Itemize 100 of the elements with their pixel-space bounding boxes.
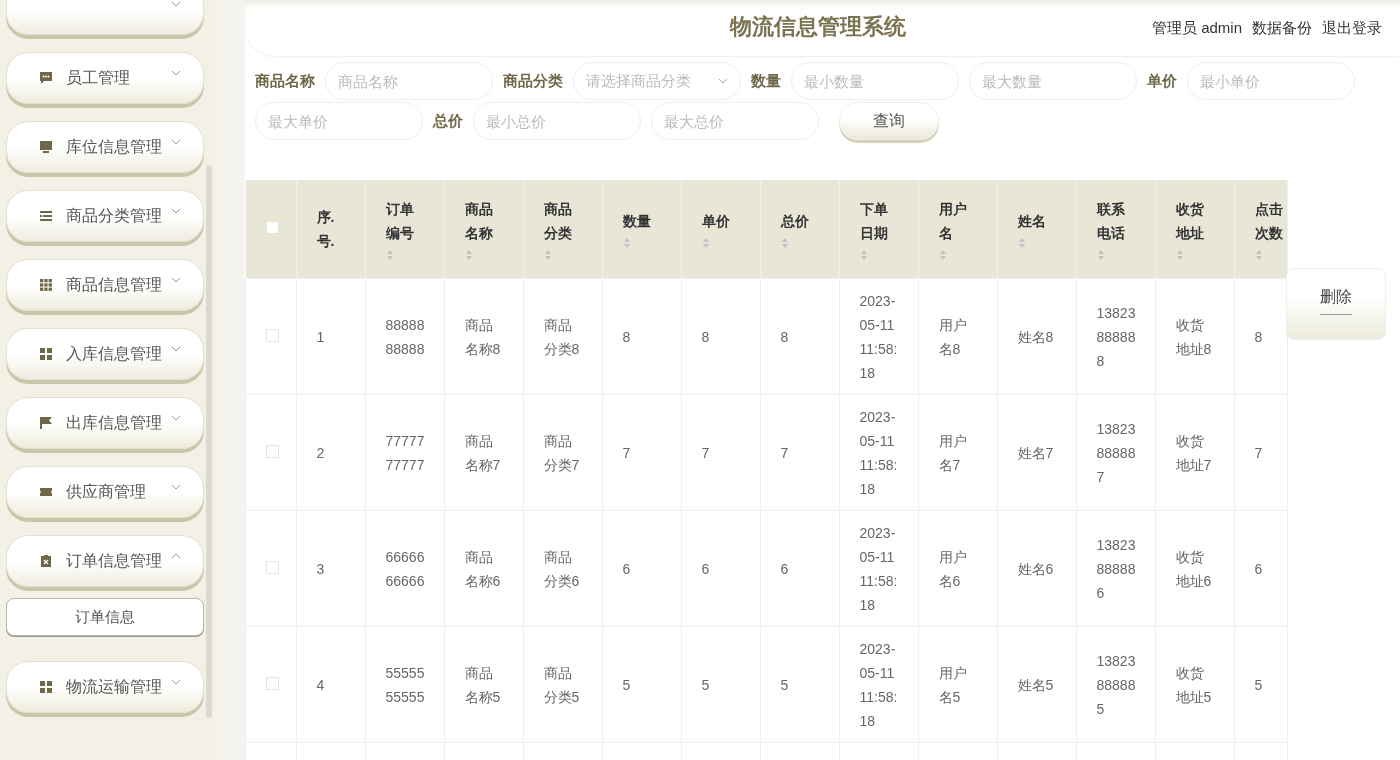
sort-icon[interactable]	[1096, 249, 1105, 261]
input-field[interactable]: 最小总价	[473, 102, 641, 140]
table-cell: 用户名7	[918, 394, 997, 511]
monitor-icon	[39, 140, 53, 154]
table-cell: 6	[760, 510, 839, 627]
chevron-icon	[171, 1, 181, 7]
table-cell: 姓名7	[997, 394, 1076, 511]
table-cell: 商品名称5	[444, 626, 523, 743]
table-cell: 3	[296, 510, 365, 627]
table-cell: 8	[602, 278, 681, 395]
list-icon	[39, 209, 53, 223]
column-header[interactable]: 姓名	[997, 180, 1076, 279]
sort-icon[interactable]	[385, 249, 394, 261]
table-cell: 5	[1234, 626, 1287, 743]
sort-icon[interactable]	[1017, 237, 1026, 249]
table-cell: 6666666666	[365, 510, 444, 627]
chevron-icon	[171, 484, 181, 490]
table-cell: 5	[760, 626, 839, 743]
table-cell: 7	[602, 394, 681, 511]
input-field[interactable]: 最小单价	[1187, 62, 1355, 100]
chevron-icon	[718, 78, 728, 84]
chevron-icon	[171, 139, 181, 145]
column-header[interactable]: 收货地址	[1155, 180, 1234, 279]
chevron-icon	[171, 208, 181, 214]
chevron-icon	[171, 70, 181, 76]
header-link[interactable]: 数据备份	[1252, 18, 1312, 38]
table-cell: 商品名称8	[444, 278, 523, 395]
sort-icon[interactable]	[859, 249, 868, 261]
table-cell: 8	[760, 278, 839, 395]
sort-icon[interactable]	[1254, 249, 1263, 261]
input-field[interactable]: 最大数量	[969, 62, 1137, 100]
app-title: 物流信息管理系统	[730, 13, 906, 41]
column-header[interactable]: 商品名称	[444, 180, 523, 279]
table-cell: 8888888888	[365, 278, 444, 395]
grid-icon	[39, 278, 53, 292]
input-field[interactable]: 最大单价	[255, 102, 423, 140]
grid-icon	[39, 347, 53, 361]
column-header[interactable]: 商品分类	[523, 180, 602, 279]
table-cell: 收货地址6	[1155, 510, 1234, 627]
table-cell: 用户名6	[918, 510, 997, 627]
checkbox[interactable]	[266, 328, 279, 342]
chevron-icon	[171, 346, 181, 352]
chevron-icon	[171, 277, 181, 283]
table-cell: 6	[681, 510, 760, 627]
table-cell: 商品分类8	[523, 278, 602, 395]
input-field[interactable]: 最小数量	[791, 62, 959, 100]
table-cell: 姓名6	[997, 510, 1076, 627]
table-cell: 5	[602, 626, 681, 743]
column-header[interactable]: 总价	[760, 180, 839, 279]
checkbox[interactable]	[265, 221, 279, 234]
column-header[interactable]: 联系电话	[1076, 180, 1155, 279]
table-cell: 收货地址7	[1155, 394, 1234, 511]
sort-icon[interactable]	[938, 249, 947, 261]
table-cell: 6	[602, 510, 681, 627]
column-header[interactable]: 下单日期	[839, 180, 918, 279]
column-header[interactable]: 订单编号	[365, 180, 444, 279]
chevron-icon	[171, 679, 181, 685]
checkbox[interactable]	[266, 676, 279, 690]
field-label: 商品名称	[255, 71, 315, 91]
header-link[interactable]: 退出登录	[1322, 18, 1382, 38]
checkbox[interactable]	[266, 444, 279, 458]
input-field[interactable]: 最大总价	[651, 102, 819, 140]
table-cell: 2023-05-11 11:58:18	[839, 626, 918, 743]
table-cell: 姓名8	[997, 278, 1076, 395]
table-cell: 姓名5	[997, 626, 1076, 743]
column-header[interactable]: 数量	[602, 180, 681, 279]
table-cell: 13823888886	[1076, 510, 1155, 627]
sort-icon[interactable]	[464, 249, 473, 261]
sort-icon[interactable]	[1175, 249, 1184, 261]
table-cell: 2	[296, 394, 365, 511]
user-label: 管理员 admin	[1151, 18, 1242, 38]
table-cell: 7	[681, 394, 760, 511]
grid-icon	[39, 680, 53, 694]
sort-icon[interactable]	[780, 237, 789, 249]
column-header[interactable]: 点击次数	[1234, 180, 1287, 279]
column-header[interactable]: 单价	[681, 180, 760, 279]
table-cell: 5555555555	[365, 626, 444, 743]
ticket-icon	[39, 485, 53, 499]
column-header[interactable]: 用户名	[918, 180, 997, 279]
sort-icon[interactable]	[701, 237, 710, 249]
table-cell: 6	[1234, 510, 1287, 627]
input-field[interactable]: 商品名称	[325, 62, 493, 100]
sort-icon[interactable]	[622, 237, 631, 249]
checkbox[interactable]	[266, 560, 279, 574]
field-label: 商品分类	[503, 71, 563, 91]
submenu-item[interactable]: 订单信息	[6, 598, 204, 636]
table-cell: 7	[1234, 394, 1287, 511]
table-cell: 7	[760, 394, 839, 511]
table-cell: 收货地址8	[1155, 278, 1234, 395]
table-cell: 8	[681, 278, 760, 395]
chevron-icon	[171, 415, 181, 421]
table-cell: 5	[681, 626, 760, 743]
clipboard-icon	[39, 554, 53, 568]
column-header[interactable]: 序.号.	[296, 180, 365, 279]
search-button[interactable]: 查询	[839, 102, 939, 140]
field-label: 单价	[1147, 71, 1177, 91]
table-cell: 商品名称6	[444, 510, 523, 627]
delete-button[interactable]: 删除	[1286, 268, 1386, 340]
sort-icon[interactable]	[543, 249, 552, 261]
field-label: 数量	[751, 71, 781, 91]
